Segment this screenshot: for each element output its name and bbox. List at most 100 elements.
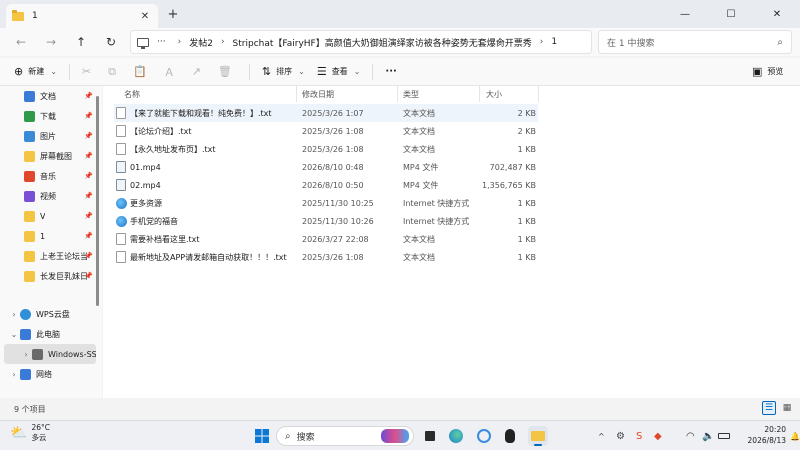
file-row[interactable]: 手机党的福音 2025/11/30 10:26 Internet 快捷方式 1 KB: [114, 212, 538, 230]
file-type: 文本文档: [403, 126, 435, 136]
chevron-icon[interactable]: ›: [8, 370, 20, 379]
maximize-button[interactable]: ☐: [708, 0, 754, 28]
weather-temperature: 26°C: [31, 423, 50, 432]
system-clock[interactable]: 20:20 2026/8/13: [738, 424, 786, 446]
clock-date: 2026/8/13: [747, 436, 786, 445]
file-row[interactable]: 【永久地址发布页】.txt 2025/3/26 1:08 文本文档 1 KB: [114, 140, 538, 158]
sidebar-group-4[interactable]: › 网络: [0, 364, 100, 384]
copy-button[interactable]: ⧉: [102, 60, 127, 84]
file-explorer-button[interactable]: [528, 426, 548, 446]
new-tab-button[interactable]: +: [164, 6, 182, 24]
sort-icon: ⇅: [261, 65, 272, 78]
share-button[interactable]: ↗: [186, 60, 212, 84]
edge-browser-button[interactable]: [446, 426, 466, 446]
sidebar-group-3[interactable]: › Windows-SSD: [4, 344, 96, 364]
sidebar-item[interactable]: 屏幕截图 📌: [0, 146, 100, 166]
clock-time: 20:20: [764, 425, 786, 434]
sidebar-group-1[interactable]: › WPS云盘: [0, 304, 100, 324]
preview-pane-button[interactable]: ▣ 预览: [746, 60, 789, 84]
chevron-icon[interactable]: ›: [8, 310, 20, 319]
close-window-button[interactable]: ✕: [754, 0, 800, 28]
rename-button[interactable]: Ａ: [158, 60, 186, 84]
file-row[interactable]: 01.mp4 2026/8/10 0:48 MP4 文件 702,487 KB: [114, 158, 538, 176]
folder-icon: [12, 9, 24, 21]
cut-button[interactable]: ✂: [76, 60, 102, 84]
tray-app-icon[interactable]: ◆: [654, 421, 662, 450]
view-button[interactable]: ☰ 查看 ⌄: [311, 60, 367, 84]
file-row[interactable]: 【论坛介绍】.txt 2025/3/26 1:08 文本文档 2 KB: [114, 122, 538, 140]
battery-icon: [718, 433, 730, 439]
column-divider[interactable]: [296, 86, 297, 102]
notification-icon[interactable]: 🔔: [790, 421, 800, 450]
speaker-icon: 🔈: [702, 430, 715, 442]
breadcrumb-item[interactable]: 发帖2: [189, 36, 213, 49]
refresh-button[interactable]: ↻: [96, 30, 126, 54]
new-label: 新建: [28, 67, 45, 76]
tiles-view-button[interactable]: ▦: [780, 401, 794, 415]
details-view-button[interactable]: ☰: [762, 401, 776, 415]
start-button[interactable]: [252, 426, 272, 446]
paste-button[interactable]: 📋: [127, 60, 158, 84]
sidebar-item[interactable]: V 📌: [0, 206, 100, 226]
tray-app-icon[interactable]: ⚙: [616, 421, 625, 450]
sidebar-group-2[interactable]: ⌄ 此电脑: [0, 324, 100, 344]
sidebar-item[interactable]: 1 📌: [0, 226, 100, 246]
sidebar-item[interactable]: 音乐 📌: [0, 166, 100, 186]
app-button-1[interactable]: [474, 426, 494, 446]
forward-button[interactable]: →: [36, 30, 66, 54]
more-options-button[interactable]: ···: [379, 60, 402, 84]
breadcrumb-more[interactable]: ···: [157, 37, 166, 47]
column-header-size[interactable]: 大小: [486, 86, 502, 102]
search-input[interactable]: 在 1 中搜索 ⌕: [598, 30, 792, 54]
nav-scrollbar-thumb[interactable]: [96, 96, 99, 306]
address-bar[interactable]: ··· › 发帖2 › Stripchat【FairyHF】高颜值大奶御姐演绎家…: [130, 30, 592, 54]
qq-button[interactable]: [500, 426, 520, 446]
tiles-view-icon: ▦: [782, 403, 792, 413]
file-row[interactable]: 最新地址及APP请发邮箱自动获取！！！.txt 2025/3/26 1:08 文本文…: [114, 248, 538, 266]
delete-button[interactable]: 🗑: [212, 60, 243, 84]
task-view-button[interactable]: [420, 426, 440, 446]
up-button[interactable]: ↑: [66, 30, 96, 54]
breadcrumb-item[interactable]: Stripchat【FairyHF】高颜值大奶御姐演绎家访被各种姿势无套爆肏开票…: [233, 36, 532, 49]
tray-app-icon[interactable]: S: [636, 421, 642, 450]
sort-button[interactable]: ⇅ 排序 ⌄: [256, 60, 311, 84]
file-size: 1 KB: [517, 198, 536, 208]
column-header-modified[interactable]: 修改日期: [302, 86, 334, 102]
sidebar-item[interactable]: 上老王论坛当 📌: [0, 246, 100, 266]
volume-button[interactable]: 🔈: [702, 421, 714, 450]
wifi-button[interactable]: ◠: [686, 421, 695, 450]
breadcrumb-item[interactable]: 1: [551, 37, 557, 47]
column-divider[interactable]: [397, 86, 398, 102]
sort-label: 排序: [276, 67, 293, 76]
chevron-icon[interactable]: ⌄: [8, 330, 20, 339]
file-row[interactable]: 需要补档看这里.txt 2026/3/27 22:08 文本文档 1 KB: [114, 230, 538, 248]
sidebar-item[interactable]: 文档 📌: [0, 86, 100, 106]
sidebar-item[interactable]: 视频 📌: [0, 186, 100, 206]
sidebar-item[interactable]: 下载 📌: [0, 106, 100, 126]
sidebar-item[interactable]: 长发巨乳妹日 📌: [0, 266, 100, 286]
weather-widget[interactable]: ⛅ 26°C 多云: [10, 423, 50, 443]
file-row[interactable]: 更多资源 2025/11/30 10:25 Internet 快捷方式 1 KB: [114, 194, 538, 212]
back-button[interactable]: ←: [6, 30, 36, 54]
weather-cloud-icon: ⛅: [10, 425, 28, 441]
file-row[interactable]: 【来了就能下载和观看！纯免费！】.txt 2025/3/26 1:07 文本文档 2 …: [114, 104, 538, 122]
new-button[interactable]: ⊕ 新建 ⌄: [8, 60, 63, 84]
document-icon: [24, 90, 35, 102]
tray-expand-button[interactable]: ^: [598, 421, 605, 450]
close-tab-button[interactable]: ✕: [138, 11, 152, 22]
sidebar-item[interactable]: 图片 📌: [0, 126, 100, 146]
file-row[interactable]: 02.mp4 2026/8/10 0:50 MP4 文件 1,356,765 KB: [114, 176, 538, 194]
edge-icon: [449, 429, 463, 443]
tab-1[interactable]: 1 ✕: [6, 4, 158, 28]
video-file-icon: [116, 161, 126, 173]
column-header-type[interactable]: 类型: [403, 86, 419, 102]
minimize-button[interactable]: —: [662, 0, 708, 28]
battery-button[interactable]: [718, 421, 730, 450]
column-divider[interactable]: [538, 86, 539, 102]
taskbar-search[interactable]: ⌕ 搜索: [276, 426, 414, 446]
file-type: Internet 快捷方式: [403, 216, 470, 226]
column-header-name[interactable]: 名称: [124, 86, 140, 102]
chevron-icon[interactable]: ›: [20, 350, 32, 359]
tab-label: 1: [32, 11, 38, 21]
column-divider[interactable]: [479, 86, 480, 102]
